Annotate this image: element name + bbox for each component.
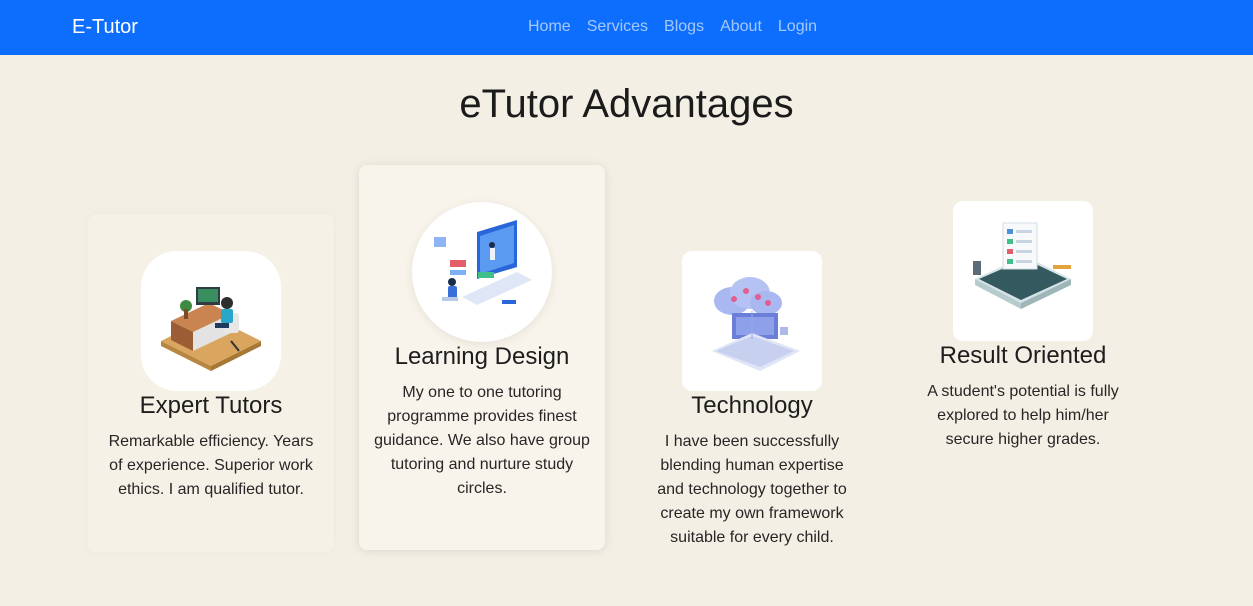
nav-link-blogs[interactable]: Blogs <box>664 18 704 36</box>
nav-link-services[interactable]: Services <box>587 18 648 36</box>
card-text: My one to one tutoring programme provide… <box>374 384 590 497</box>
online-learning-illustration <box>412 202 552 342</box>
cloud-laptop-illustration <box>682 251 822 391</box>
navbar: E-Tutor Home Services Blogs About Login <box>0 0 1253 55</box>
tutor-desk-illustration <box>141 251 281 391</box>
card-text: A student's potential is fully explored … <box>927 383 1119 448</box>
card-title: Expert Tutors <box>139 392 283 419</box>
card-result-oriented: Result Oriented A student's potential is… <box>900 164 1146 464</box>
card-technology: Technology I have been successfully blen… <box>629 214 875 552</box>
card-text: I have been successfully blending human … <box>657 433 847 546</box>
checklist-tablet-illustration <box>953 201 1093 341</box>
card-expert-tutors: Expert Tutors Remarkable efficiency. Yea… <box>88 214 334 552</box>
card-learning-design: Learning Design My one to one tutoring p… <box>359 165 605 550</box>
nav-link-login[interactable]: Login <box>778 18 817 36</box>
card-title: Technology <box>691 392 813 419</box>
card-title: Learning Design <box>394 343 570 370</box>
nav-link-home[interactable]: Home <box>528 18 571 36</box>
section-title: eTutor Advantages <box>459 82 794 126</box>
card-title: Result Oriented <box>939 342 1107 369</box>
brand-logo[interactable]: E-Tutor <box>72 16 138 39</box>
nav-links: Home Services Blogs About Login <box>528 18 817 36</box>
nav-link-about[interactable]: About <box>720 18 762 36</box>
card-text: Remarkable efficiency. Years of experien… <box>108 433 314 498</box>
